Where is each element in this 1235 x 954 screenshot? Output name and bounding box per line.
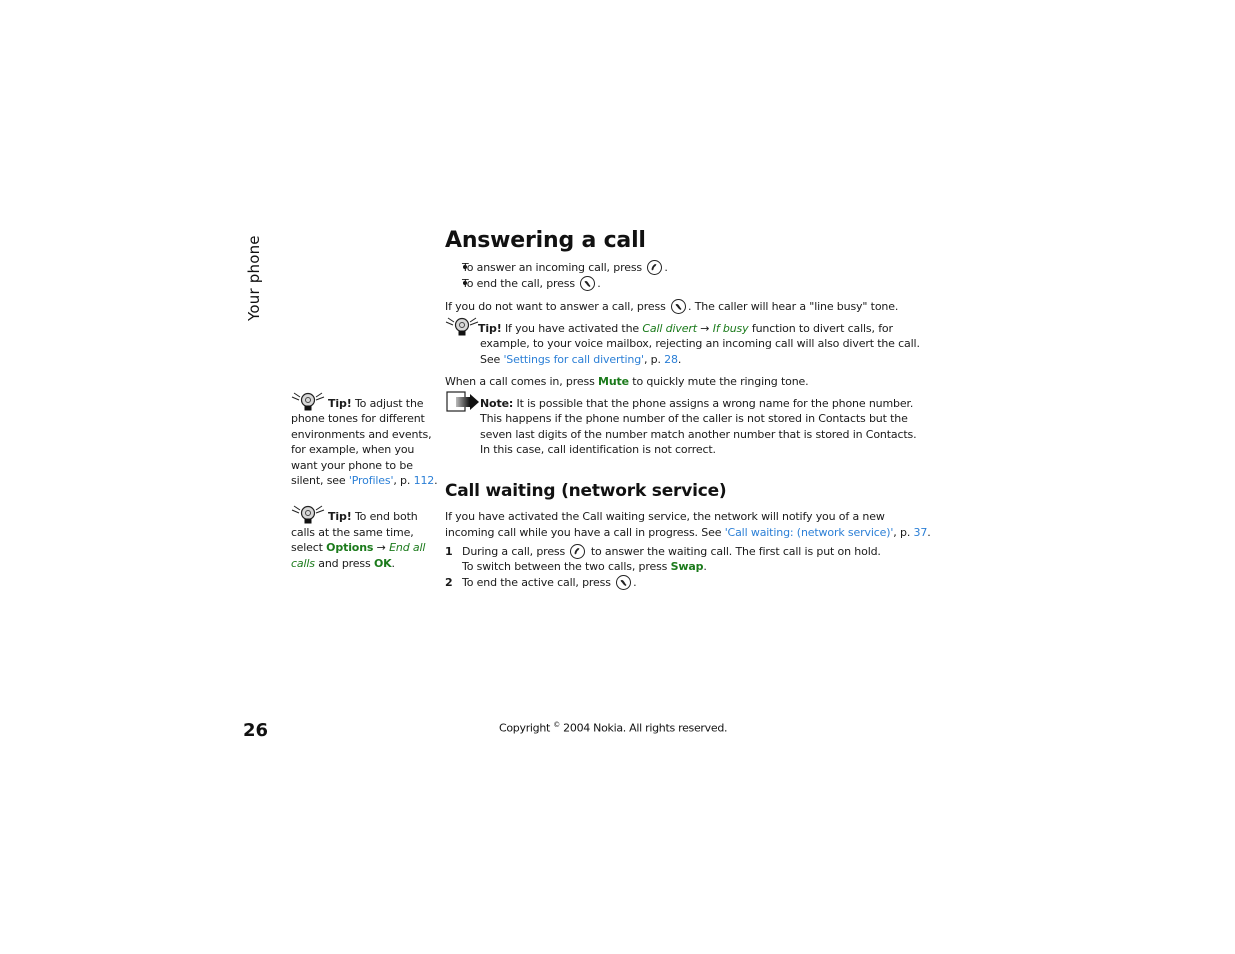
bullet-answer: To answer an incoming call, press .: [462, 260, 668, 275]
note-line1: Note: It is possible that the phone assi…: [480, 397, 914, 410]
link-profiles[interactable]: 'Profiles': [349, 474, 394, 487]
end-key-icon: [671, 299, 687, 314]
link-call-waiting[interactable]: 'Call waiting: (network service)': [725, 526, 894, 539]
sidebar-tip1-line4: for example, when you: [291, 443, 415, 456]
step-1-line2: To switch between the two calls, press S…: [462, 560, 707, 573]
tip-lightbulb-icon: [445, 317, 479, 336]
tip-lightbulb-icon: [291, 505, 325, 524]
tip-divert-line1: Tip! If you have activated the Call dive…: [478, 322, 893, 335]
tip-divert-line3: See 'Settings for call diverting', p. 28…: [480, 353, 682, 366]
tip-lightbulb-icon: [291, 392, 325, 411]
call-key-icon: [647, 260, 663, 275]
softkey-mute: Mute: [598, 375, 629, 388]
bullet-end: To end the call, press .: [462, 276, 601, 291]
page-ref-37[interactable]: 37: [914, 526, 928, 539]
cw-line1: If you have activated the Call waiting s…: [445, 510, 885, 523]
end-key-icon: [616, 575, 632, 590]
menu-call-divert: Call divert: [642, 322, 697, 335]
sidebar-tip1-line6: silent, see 'Profiles', p. 112.: [291, 474, 438, 487]
copyright-notice: Copyright © 2004 Nokia. All rights reser…: [499, 721, 728, 735]
sidebar-tip2-line2: calls at the same time,: [291, 526, 414, 539]
reject-paragraph: If you do not want to answer a call, pre…: [445, 299, 899, 314]
note-line2: This happens if the phone number of the …: [480, 412, 908, 425]
sidebar-tip2-line3: select Options → End all: [291, 541, 426, 554]
note-line3: seven last digits of the number match an…: [480, 428, 917, 441]
sidebar-tip1-line3: environments and events,: [291, 428, 432, 441]
page-ref-112[interactable]: 112: [414, 474, 435, 487]
section-tab-label: Your phone: [245, 235, 263, 321]
page-ref-28[interactable]: 28: [664, 353, 678, 366]
sidebar-tip1-line1: Tip! To adjust the: [328, 397, 424, 410]
section-tab: Your phone: [243, 233, 267, 323]
step-number: 1: [445, 545, 453, 558]
sidebar-tip1-line2: phone tones for different: [291, 412, 425, 425]
step-2-line1: To end the active call, press .: [462, 575, 637, 590]
mute-paragraph: When a call comes in, press Mute to quic…: [445, 375, 809, 388]
copyright-symbol: ©: [553, 721, 560, 729]
sidebar-tip1-line5: want your phone to be: [291, 459, 413, 472]
page-title: Answering a call: [445, 228, 646, 253]
page-number: 26: [243, 720, 269, 741]
link-settings-call-diverting[interactable]: 'Settings for call diverting': [503, 353, 644, 366]
menu-end-all-calls: End all: [389, 541, 426, 554]
section-subtitle: Call waiting (network service): [445, 481, 727, 501]
sidebar-tip2-line4: calls and press OK.: [291, 557, 395, 570]
cw-line2: incoming call while you have a call in p…: [445, 526, 931, 539]
step-1-line1: During a call, press to answer the waiti…: [462, 544, 881, 559]
sidebar-tip2-line1: Tip! To end both: [328, 510, 418, 523]
call-key-icon: [570, 544, 586, 559]
note-line4: In this case, call identification is not…: [480, 443, 716, 456]
softkey-ok: OK: [373, 557, 392, 570]
note-icon: [446, 391, 479, 412]
step-number: 2: [445, 576, 453, 589]
softkey-options: Options: [326, 541, 374, 554]
menu-if-busy: If busy: [712, 322, 749, 335]
softkey-swap: Swap: [670, 560, 704, 573]
end-key-icon: [580, 276, 596, 291]
tip-divert-line2: example, to your voice mailbox, rejectin…: [480, 337, 920, 350]
